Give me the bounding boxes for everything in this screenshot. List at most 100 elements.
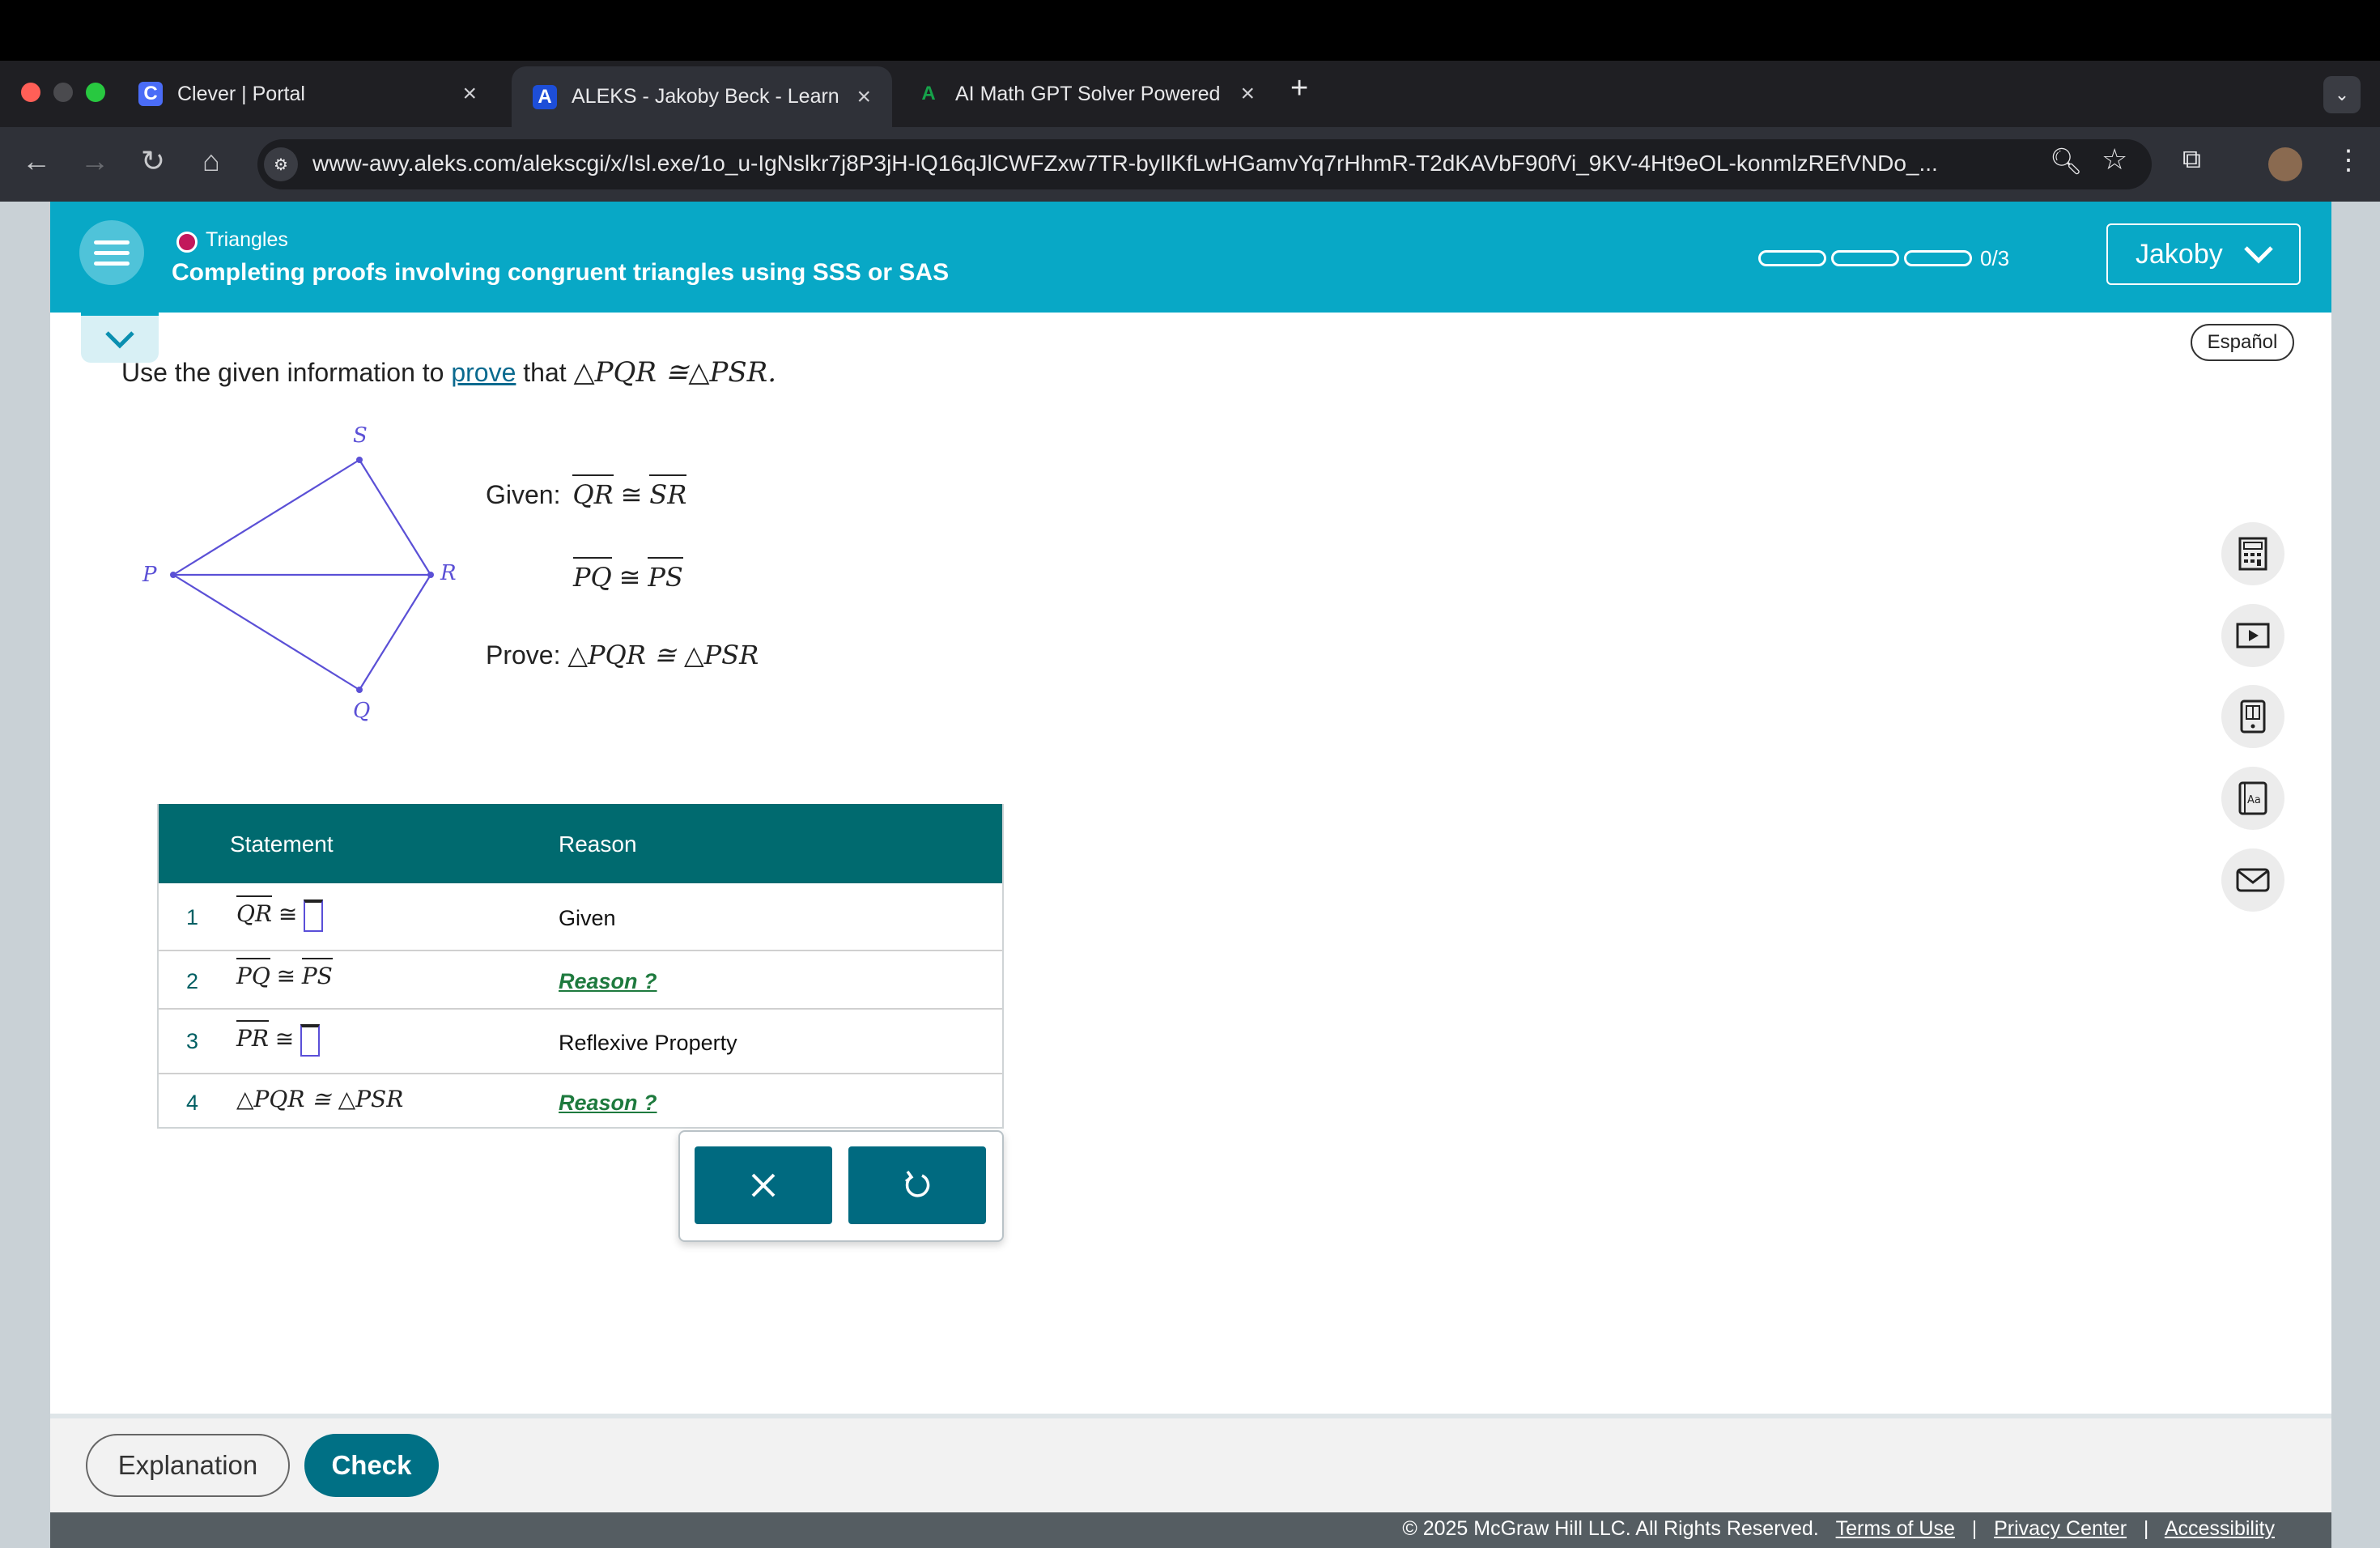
progress-segment bbox=[1831, 250, 1899, 266]
segment-pq: PQ bbox=[573, 557, 612, 593]
problem-instruction: Use the given information to prove that … bbox=[121, 356, 776, 389]
undo-icon bbox=[904, 1170, 930, 1197]
zoom-icon[interactable]: 🔍︎ bbox=[2050, 146, 2083, 176]
dictionary-button[interactable]: Aa bbox=[2221, 767, 2284, 830]
calculator-button[interactable] bbox=[2221, 522, 2284, 585]
video-icon bbox=[2236, 623, 2270, 649]
language-toggle-button[interactable]: Español bbox=[2191, 324, 2294, 361]
reload-button[interactable]: ↻ bbox=[133, 144, 173, 178]
ebook-button[interactable] bbox=[2221, 685, 2284, 748]
terms-link[interactable]: Terms of Use bbox=[1836, 1517, 1955, 1540]
user-menu-button[interactable]: Jakoby bbox=[2106, 223, 2301, 285]
close-icon[interactable]: × bbox=[462, 80, 477, 108]
segment-sr: SR bbox=[649, 474, 687, 510]
tab-label: Clever | Portal bbox=[177, 82, 305, 105]
row-number: 3 bbox=[186, 1029, 199, 1053]
clever-favicon-icon: C bbox=[138, 82, 163, 106]
reason-dropdown[interactable]: Reason ? bbox=[559, 969, 657, 994]
answer-blank-input[interactable] bbox=[300, 1024, 320, 1057]
aleks-favicon-icon: A bbox=[533, 84, 557, 109]
vertex-label-s: S bbox=[353, 423, 368, 448]
triangle-figure: S P R Q bbox=[142, 423, 457, 723]
tab-label: ALEKS - Jakoby Beck - Learn bbox=[572, 85, 839, 108]
prove-line: Prove: △PQR ≅ △PSR bbox=[486, 640, 759, 670]
mail-icon bbox=[2236, 868, 2270, 892]
ai-math-favicon-icon: A bbox=[921, 83, 936, 104]
segment-ps: PS bbox=[301, 958, 333, 989]
site-info-icon[interactable]: ⚙ bbox=[264, 147, 298, 181]
topic-status-icon bbox=[176, 232, 198, 253]
os-menubar bbox=[0, 0, 2380, 61]
vertex-label-q: Q bbox=[353, 699, 370, 723]
calculator-icon bbox=[2238, 537, 2267, 571]
accessibility-link[interactable]: Accessibility bbox=[2165, 1517, 2275, 1540]
home-button[interactable]: ⌂ bbox=[191, 144, 232, 178]
row-number: 1 bbox=[186, 905, 199, 929]
video-button[interactable] bbox=[2221, 604, 2284, 667]
main-menu-button[interactable] bbox=[79, 220, 144, 285]
back-button[interactable]: ← bbox=[16, 144, 57, 178]
url-text[interactable]: www-awy.aleks.com/alekscgi/x/Isl.exe/1o_… bbox=[312, 151, 2029, 176]
forward-button[interactable]: → bbox=[74, 144, 115, 178]
privacy-link[interactable]: Privacy Center bbox=[1994, 1517, 2127, 1540]
explanation-button[interactable]: Explanation bbox=[86, 1434, 290, 1497]
given-label: Given: bbox=[486, 480, 561, 509]
row-number: 4 bbox=[186, 1091, 199, 1115]
message-button[interactable] bbox=[2221, 848, 2284, 912]
window-zoom-button[interactable] bbox=[86, 83, 105, 102]
answer-tools-popup bbox=[678, 1130, 1004, 1242]
undo-button[interactable] bbox=[848, 1146, 986, 1224]
close-icon[interactable]: × bbox=[1240, 80, 1255, 108]
footer-links: © 2025 McGraw Hill LLC. All Rights Reser… bbox=[1402, 1517, 2275, 1541]
target-statement: △PQR ≅△PSR. bbox=[573, 356, 777, 389]
given-line-2: PQ ≅ PS bbox=[573, 557, 683, 593]
close-icon bbox=[751, 1173, 776, 1197]
congruent-symbol: ≅ bbox=[278, 901, 298, 927]
new-tab-button[interactable]: + bbox=[1290, 71, 1308, 106]
congruent-symbol: ≅ bbox=[276, 963, 296, 989]
row-number: 2 bbox=[186, 969, 199, 993]
ebook-icon bbox=[2240, 700, 2266, 734]
svg-text:Aa: Aa bbox=[2247, 794, 2261, 806]
table-row: 1 QR ≅ Given bbox=[157, 883, 1004, 951]
extensions-icon[interactable]: ⧉ bbox=[2182, 144, 2201, 175]
window-close-button[interactable] bbox=[21, 83, 40, 102]
reason-header: Reason bbox=[559, 831, 637, 857]
window-minimize-button[interactable] bbox=[53, 83, 73, 102]
instruction-text: Use the given information to bbox=[121, 358, 444, 387]
hamburger-icon-bar bbox=[94, 240, 130, 245]
statement-cell: △PQR ≅ △PSR bbox=[236, 1086, 404, 1112]
answer-blank-input[interactable] bbox=[304, 899, 324, 932]
segment-qr: QR bbox=[572, 474, 614, 510]
congruent-symbol: ≅ bbox=[620, 480, 643, 509]
footer-separator: | bbox=[2143, 1517, 2149, 1540]
reason-dropdown[interactable]: Reason ? bbox=[559, 1091, 657, 1116]
profile-avatar[interactable] bbox=[2268, 147, 2302, 181]
collapse-header-button[interactable] bbox=[81, 313, 159, 363]
chevron-down-icon bbox=[105, 331, 134, 349]
tab-ai-math[interactable]: A AI Math GPT Solver Powered × bbox=[895, 66, 1276, 121]
footer-separator: | bbox=[1971, 1517, 1978, 1540]
browser-menu-icon[interactable]: ⋮ bbox=[2335, 144, 2362, 176]
vertex-label-p: P bbox=[142, 563, 157, 587]
tab-clever[interactable]: C Clever | Portal × bbox=[117, 66, 498, 121]
instruction-text: that bbox=[523, 358, 567, 387]
statement-cell: QR ≅ bbox=[236, 895, 324, 932]
prove-link[interactable]: prove bbox=[451, 358, 516, 387]
close-icon[interactable]: × bbox=[856, 83, 871, 111]
table-row: 2 PQ ≅ PS Reason ? bbox=[157, 951, 1004, 1010]
congruent-symbol: ≅ bbox=[618, 563, 641, 592]
prove-statement: △PQR ≅ △PSR bbox=[567, 640, 759, 670]
vertex-label-r: R bbox=[440, 561, 457, 585]
lesson-title: Completing proofs involving congruent tr… bbox=[172, 259, 950, 286]
clear-button[interactable] bbox=[695, 1146, 832, 1224]
tab-aleks[interactable]: A ALEKS - Jakoby Beck - Learn × bbox=[512, 66, 892, 127]
statement-cell: PQ ≅ PS bbox=[236, 958, 333, 989]
bookmark-star-icon[interactable]: ☆ bbox=[2102, 142, 2127, 176]
progress-segment bbox=[1904, 250, 1972, 266]
tab-search-button[interactable]: ⌄ bbox=[2323, 76, 2361, 113]
check-button[interactable]: Check bbox=[304, 1434, 439, 1497]
prove-label: Prove: bbox=[486, 640, 561, 670]
hamburger-icon-bar bbox=[94, 251, 130, 255]
copyright-text: © 2025 McGraw Hill LLC. All Rights Reser… bbox=[1402, 1517, 1819, 1540]
